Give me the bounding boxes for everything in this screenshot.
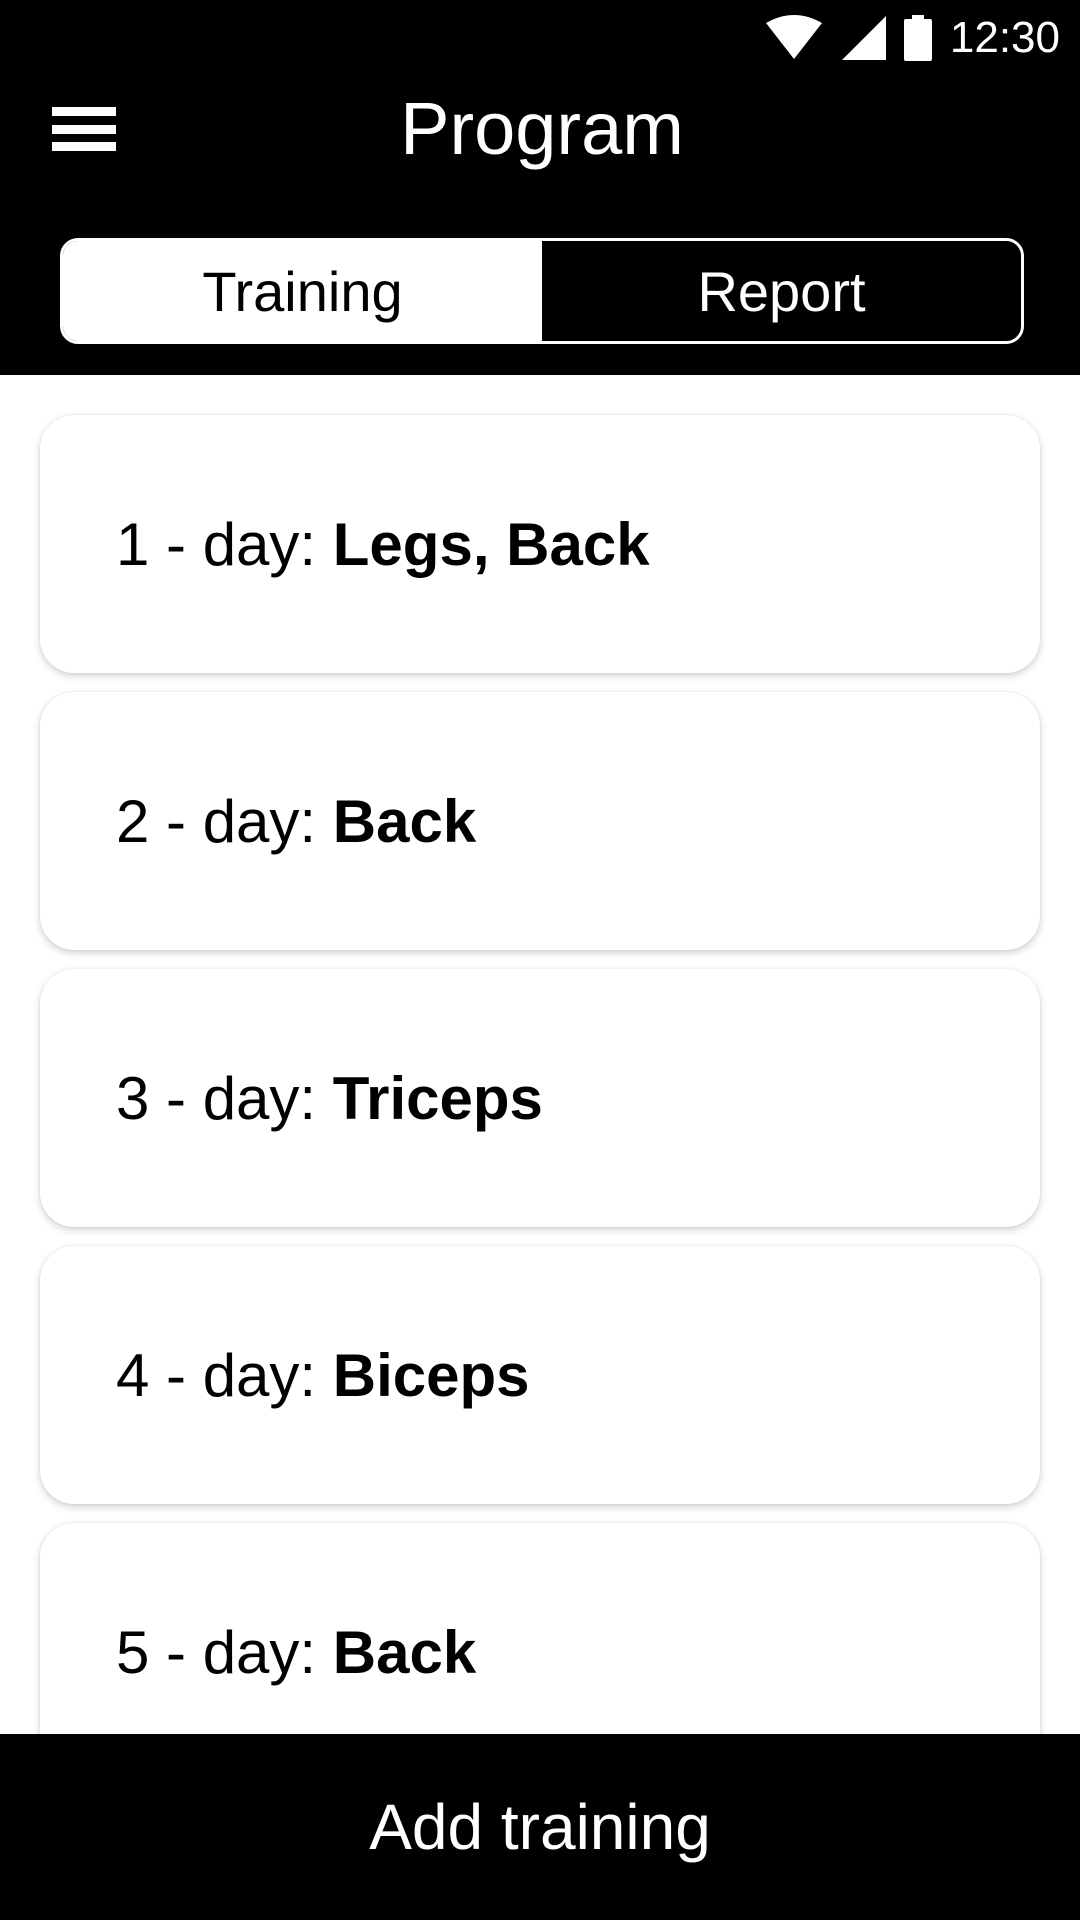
training-day-label: 3 - day:	[116, 1064, 333, 1132]
tab-training[interactable]: Training	[63, 241, 542, 341]
training-day-label: 4 - day:	[116, 1341, 333, 1409]
status-bar: 12:30	[0, 0, 1080, 75]
header: 12:30 Program Training Report	[0, 0, 1080, 375]
screen: 12:30 Program Training Report 1 - day: L…	[0, 0, 1080, 1920]
training-muscles: Back	[332, 1618, 477, 1686]
training-card-1[interactable]: 1 - day: Legs, Back	[40, 415, 1040, 673]
cell-signal-icon	[841, 16, 886, 60]
training-muscles: Legs, Back	[332, 510, 650, 578]
status-icons: 12:30	[764, 12, 1060, 64]
training-card-4[interactable]: 4 - day: Biceps	[40, 1246, 1040, 1504]
training-card-3[interactable]: 3 - day: Triceps	[40, 969, 1040, 1227]
battery-icon	[903, 15, 932, 61]
page-title: Program	[400, 87, 684, 170]
wifi-icon	[765, 15, 822, 59]
training-muscles: Triceps	[332, 1064, 543, 1132]
training-list: 1 - day: Legs, Back 2 - day: Back 3 - da…	[40, 415, 1040, 1800]
training-day-label: 1 - day:	[116, 510, 333, 578]
training-muscles: Biceps	[332, 1341, 530, 1409]
app-bar: Program	[0, 75, 1080, 185]
training-card-2[interactable]: 2 - day: Back	[40, 692, 1040, 950]
training-day-label: 5 - day:	[116, 1618, 333, 1686]
status-time: 12:30	[949, 13, 1060, 62]
tab-report[interactable]: Report	[542, 241, 1021, 341]
tab-bar: Training Report	[60, 238, 1024, 344]
add-training-button[interactable]: Add training	[0, 1734, 1080, 1920]
training-muscles: Back	[332, 787, 477, 855]
training-day-label: 2 - day:	[116, 787, 333, 855]
